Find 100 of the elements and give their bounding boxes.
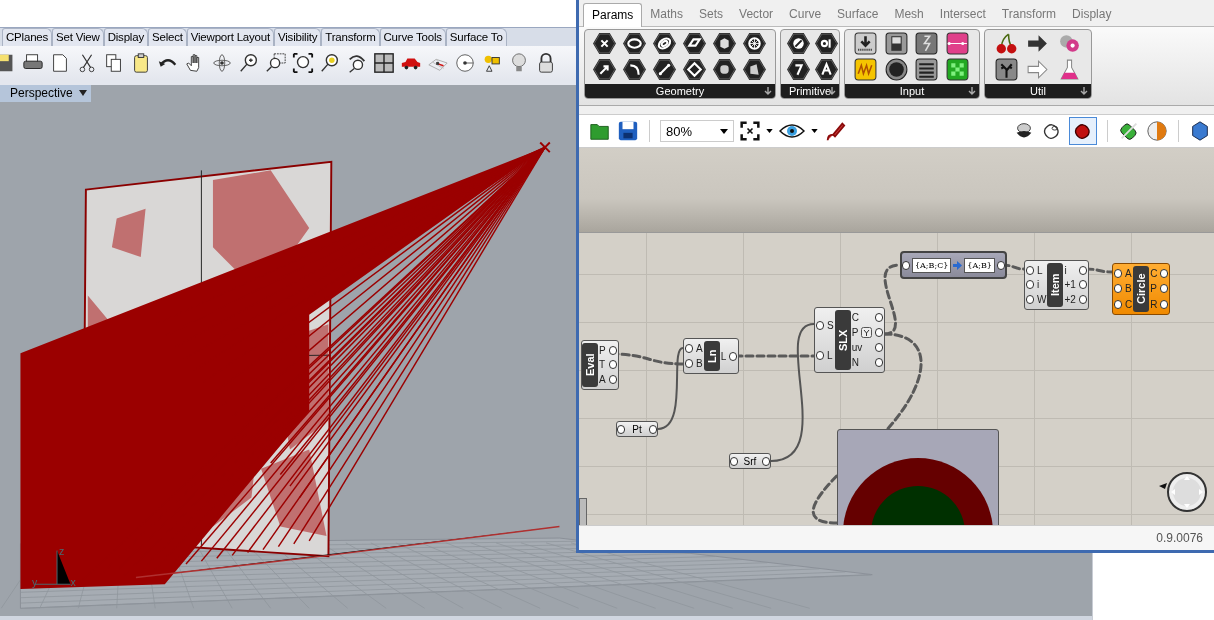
- mesh-hex-icon[interactable]: [742, 31, 767, 56]
- expand-icon[interactable]: [968, 87, 976, 95]
- toolbar-tab[interactable]: Visibility: [274, 28, 322, 46]
- import-icon[interactable]: [852, 31, 878, 56]
- port-label: A: [1125, 268, 1132, 280]
- axis-label: x: [70, 576, 76, 589]
- four-viewports-icon[interactable]: [372, 52, 395, 74]
- ribbon-tab[interactable]: Transform: [993, 3, 1065, 26]
- port-label: A: [696, 343, 703, 354]
- port-icon[interactable]: [996, 260, 1005, 270]
- plane-hex-icon[interactable]: [682, 31, 707, 56]
- port-icon[interactable]: [617, 424, 625, 434]
- eye-icon[interactable]: [779, 122, 805, 140]
- group-label: Input: [899, 85, 925, 97]
- ribbon-tab[interactable]: Curve: [781, 3, 830, 26]
- arrow-hex-icon[interactable]: [592, 57, 617, 82]
- component-name: Circle: [1133, 266, 1150, 312]
- toolbar-tab[interactable]: Surface To: [445, 28, 507, 46]
- toolbar-tab[interactable]: Display: [103, 28, 148, 46]
- button-icon[interactable]: [883, 57, 909, 82]
- path-mapper-node[interactable]: {A;B;C} {A;B}: [900, 251, 1007, 279]
- half-sphere-icon[interactable]: [1146, 120, 1168, 142]
- segment-hex-icon[interactable]: [652, 57, 677, 82]
- cylinder-hex-icon[interactable]: [712, 57, 737, 82]
- ribbon-tab[interactable]: Intersect: [931, 3, 994, 26]
- port-label: uv: [851, 342, 863, 353]
- ribbon-tab[interactable]: Surface: [829, 3, 887, 26]
- save-icon[interactable]: [617, 120, 639, 142]
- ribbon-tab[interactable]: Vector: [731, 3, 782, 26]
- port-label: T: [599, 359, 606, 371]
- parameter-node[interactable]: Pt: [616, 421, 658, 437]
- point-marker-icon: [539, 141, 551, 154]
- box-hex-icon[interactable]: [712, 31, 737, 56]
- toolbar-tab[interactable]: Select: [147, 28, 187, 46]
- ribbon-tab[interactable]: Maths: [642, 3, 692, 26]
- parameter-node[interactable]: Srf: [729, 453, 771, 469]
- zoom-dropdown[interactable]: 80%: [660, 120, 734, 142]
- gradient-icon[interactable]: [945, 31, 971, 56]
- curve-hex-icon[interactable]: [622, 57, 647, 82]
- zoom-in-icon[interactable]: [237, 52, 260, 74]
- list-icon[interactable]: [914, 57, 940, 82]
- graph-icon[interactable]: [852, 57, 878, 82]
- preview-panel[interactable]: [837, 429, 999, 525]
- viewport-title[interactable]: Perspective: [0, 85, 91, 102]
- sketch-pen-icon[interactable]: [824, 120, 846, 142]
- toolbar-tab[interactable]: Curve Tools: [379, 28, 446, 46]
- ribbon-tab[interactable]: Sets: [691, 3, 732, 26]
- port-label: B: [1125, 283, 1132, 295]
- port-label: A: [599, 374, 606, 386]
- caret-icon[interactable]: [766, 129, 773, 133]
- ribbon-tab[interactable]: Display: [1064, 3, 1120, 26]
- number-hex-icon[interactable]: [814, 31, 839, 56]
- preview-shaded-button[interactable]: [1069, 117, 1097, 145]
- toolbar-tab[interactable]: CPlanes: [2, 28, 53, 46]
- zoom-window-icon[interactable]: [264, 52, 287, 74]
- tree-icon[interactable]: [993, 57, 1019, 82]
- port-icon[interactable]: [762, 456, 770, 466]
- component-node[interactable]: Eval P T A: [581, 340, 619, 390]
- port-label: L: [1037, 264, 1043, 276]
- port-label: +1: [1064, 279, 1076, 291]
- circle-point-icon[interactable]: [453, 52, 476, 74]
- integer-hex-icon[interactable]: [786, 57, 811, 82]
- dial-icon[interactable]: [914, 31, 940, 56]
- port-icon[interactable]: [730, 456, 738, 466]
- brep-hex-icon[interactable]: [742, 57, 767, 82]
- rhombus-hex-icon[interactable]: [682, 57, 707, 82]
- port-icon[interactable]: [816, 320, 824, 330]
- spiral-hex-icon[interactable]: [652, 31, 677, 56]
- expand-icon[interactable]: [1080, 87, 1088, 95]
- scrollbar-thumb[interactable]: [579, 498, 587, 525]
- component-name: Item: [1047, 263, 1064, 307]
- group-label: Geometry: [655, 85, 705, 97]
- component-name: SLX: [834, 310, 851, 370]
- port-label: C: [1125, 298, 1133, 310]
- component-node[interactable]: L i W Item i +1 +2: [1024, 260, 1089, 310]
- checker-icon[interactable]: [945, 57, 971, 82]
- ribbon-tab[interactable]: Mesh: [886, 3, 932, 26]
- toolbar-tab[interactable]: Transform: [321, 28, 380, 46]
- caret-icon[interactable]: [811, 129, 818, 133]
- expand-icon[interactable]: [764, 87, 772, 95]
- ribbon-tab[interactable]: Params: [583, 3, 643, 27]
- port-label: B: [696, 358, 703, 369]
- zoom-extents-icon[interactable]: [740, 121, 760, 141]
- circle-hex-icon[interactable]: [622, 31, 647, 56]
- rotate-icon[interactable]: [210, 52, 233, 74]
- text-hex-icon[interactable]: [814, 57, 839, 82]
- toolbar-tab[interactable]: Set View: [52, 28, 104, 46]
- toolbar-tab[interactable]: Viewport Layout: [186, 28, 274, 46]
- boolean-hex-icon[interactable]: [786, 31, 811, 56]
- port-icon[interactable]: [816, 350, 824, 360]
- toggle-icon[interactable]: [883, 31, 909, 56]
- caret-icon: [78, 90, 87, 96]
- zoom-extents-icon[interactable]: [291, 52, 314, 74]
- port-icon[interactable]: [729, 351, 738, 361]
- port-label: W: [1037, 294, 1047, 306]
- zoom-selected-icon[interactable]: [318, 52, 341, 74]
- cross-hex-icon[interactable]: [592, 31, 617, 56]
- port-icon[interactable]: [649, 424, 657, 434]
- port-icon[interactable]: [902, 260, 910, 270]
- axis-label: z: [58, 545, 65, 558]
